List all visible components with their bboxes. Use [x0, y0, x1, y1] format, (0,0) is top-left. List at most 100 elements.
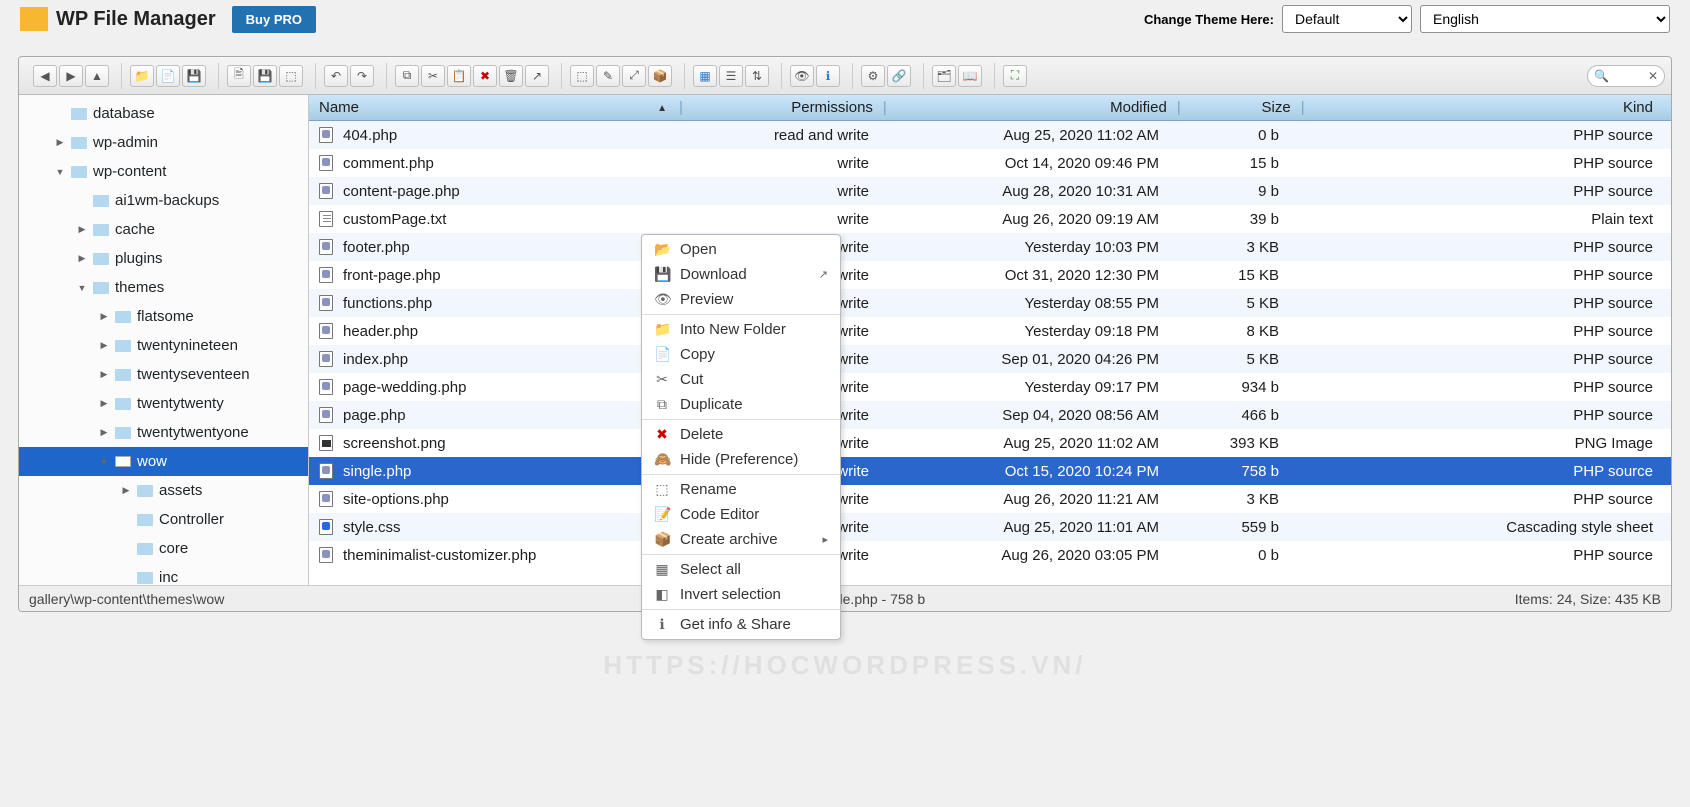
context-item-preview[interactable]: 👁Preview	[642, 287, 840, 312]
file-row[interactable]: header.phpwriteYesterday 09:18 PM8 KBPHP…	[309, 317, 1671, 345]
copy-button[interactable]: ⧉	[395, 65, 419, 87]
settings-button[interactable]: ⚙	[861, 65, 885, 87]
rename-button[interactable]: ⬚	[570, 65, 594, 87]
expand-arrow-icon[interactable]: ▶	[93, 311, 115, 322]
cut-button[interactable]: ✂	[421, 65, 445, 87]
share-button[interactable]: ↗	[525, 65, 549, 87]
fullscreen-button[interactable]: ⛶	[1003, 65, 1027, 87]
back-button[interactable]: ◀	[33, 65, 57, 87]
tree-node-twentytwentyone[interactable]: ▶twentytwentyone	[19, 418, 308, 447]
tree-node-wow[interactable]: ▼wow	[19, 447, 308, 476]
view-list-button[interactable]: ☰	[719, 65, 743, 87]
tree-node-database[interactable]: database	[19, 99, 308, 128]
open-button[interactable]: 🖹	[227, 65, 251, 87]
context-item-code-editor[interactable]: 📝Code Editor	[642, 502, 840, 527]
tree-node-ai1wm-backups[interactable]: ai1wm-backups	[19, 186, 308, 215]
expand-arrow-icon[interactable]: ▼	[49, 167, 71, 177]
close-icon[interactable]: ✕	[1648, 69, 1658, 83]
tree-node-twentyseventeen[interactable]: ▶twentyseventeen	[19, 360, 308, 389]
tree-node-core[interactable]: core	[19, 534, 308, 563]
file-row[interactable]: footer.phpwriteYesterday 10:03 PM3 KBPHP…	[309, 233, 1671, 261]
info-button[interactable]: ℹ	[816, 65, 840, 87]
file-row[interactable]: page.phpwriteSep 04, 2020 08:56 AM466 bP…	[309, 401, 1671, 429]
context-item-create-archive[interactable]: 📦Create archive▸	[642, 527, 840, 552]
redo-button[interactable]: ↷	[350, 65, 374, 87]
context-item-cut[interactable]: ✂Cut	[642, 367, 840, 392]
forward-button[interactable]: ▶	[59, 65, 83, 87]
help-button[interactable]: 📖	[958, 65, 982, 87]
undo-button[interactable]: ↶	[324, 65, 348, 87]
expand-arrow-icon[interactable]: ▶	[93, 427, 115, 438]
search-box[interactable]: 🔍 ✕	[1587, 65, 1665, 87]
tree-node-controller[interactable]: Controller	[19, 505, 308, 534]
tree-node-cache[interactable]: ▶cache	[19, 215, 308, 244]
select-button[interactable]: ⬚	[279, 65, 303, 87]
up-button[interactable]: ▲	[85, 65, 109, 87]
context-item-into-new-folder[interactable]: 📁Into New Folder	[642, 317, 840, 342]
new-folder-button[interactable]: 📁	[130, 65, 154, 87]
expand-arrow-icon[interactable]: ▶	[71, 224, 93, 235]
preview-button[interactable]: 👁	[790, 65, 814, 87]
tree-node-inc[interactable]: inc	[19, 563, 308, 585]
file-row[interactable]: front-page.phpwriteOct 31, 2020 12:30 PM…	[309, 261, 1671, 289]
file-row[interactable]: screenshot.pngwriteAug 25, 2020 11:02 AM…	[309, 429, 1671, 457]
tree-node-wp-admin[interactable]: ▶wp-admin	[19, 128, 308, 157]
context-item-copy[interactable]: 📄Copy	[642, 342, 840, 367]
tree-node-themes[interactable]: ▼themes	[19, 273, 308, 302]
context-item-hide-preference-[interactable]: 🙈Hide (Preference)	[642, 447, 840, 472]
expand-arrow-icon[interactable]: ▶	[93, 340, 115, 351]
col-name-header[interactable]: Name▲	[309, 99, 679, 116]
context-item-delete[interactable]: ✖Delete	[642, 422, 840, 447]
file-row[interactable]: style.csswriteAug 25, 2020 11:01 AM559 b…	[309, 513, 1671, 541]
archive-button[interactable]: 📦	[648, 65, 672, 87]
context-item-duplicate[interactable]: ⧉Duplicate	[642, 392, 840, 417]
file-row[interactable]: content-page.phpwriteAug 28, 2020 10:31 …	[309, 177, 1671, 205]
file-row[interactable]: customPage.txtwriteAug 26, 2020 09:19 AM…	[309, 205, 1671, 233]
file-row[interactable]: page-wedding.phpwriteYesterday 09:17 PM9…	[309, 373, 1671, 401]
new-file-button[interactable]: 📄	[156, 65, 180, 87]
file-row[interactable]: 404.phpread and writeAug 25, 2020 11:02 …	[309, 121, 1671, 149]
context-item-get-info-share[interactable]: ℹGet info & Share	[642, 612, 840, 637]
tree-node-assets[interactable]: ▶assets	[19, 476, 308, 505]
sort-button[interactable]: ⇅	[745, 65, 769, 87]
expand-arrow-icon[interactable]: ▶	[93, 369, 115, 380]
col-permissions-header[interactable]: Permissions	[683, 99, 883, 116]
col-modified-header[interactable]: Modified	[887, 99, 1177, 116]
expand-arrow-icon[interactable]: ▶	[115, 485, 137, 496]
context-item-select-all[interactable]: ▦Select all	[642, 557, 840, 582]
tree-node-plugins[interactable]: ▶plugins	[19, 244, 308, 273]
expand-arrow-icon[interactable]: ▼	[71, 283, 93, 293]
file-row[interactable]: index.phpwriteSep 01, 2020 04:26 PM5 KBP…	[309, 345, 1671, 373]
places-button[interactable]: 🗂	[932, 65, 956, 87]
file-row[interactable]: single.phpwriteOct 15, 2020 10:24 PM758 …	[309, 457, 1671, 485]
tree-node-wp-content[interactable]: ▼wp-content	[19, 157, 308, 186]
edit-button[interactable]: ✎	[596, 65, 620, 87]
link-button[interactable]: 🔗	[887, 65, 911, 87]
file-row[interactable]: functions.phpwriteYesterday 08:55 PM5 KB…	[309, 289, 1671, 317]
file-row[interactable]: site-options.phpwriteAug 26, 2020 11:21 …	[309, 485, 1671, 513]
context-item-invert-selection[interactable]: ◧Invert selection	[642, 582, 840, 607]
expand-arrow-icon[interactable]: ▶	[93, 398, 115, 409]
file-list[interactable]: 404.phpread and writeAug 25, 2020 11:02 …	[309, 121, 1671, 585]
file-row[interactable]: theminimalist-customizer.phpwriteAug 26,…	[309, 541, 1671, 569]
buy-pro-button[interactable]: Buy PRO	[232, 6, 316, 33]
paste-button[interactable]: 📋	[447, 65, 471, 87]
col-kind-header[interactable]: Kind	[1305, 99, 1671, 116]
col-size-header[interactable]: Size	[1181, 99, 1301, 116]
context-item-rename[interactable]: ⬚Rename	[642, 477, 840, 502]
download-button[interactable]: 💾	[253, 65, 277, 87]
context-item-download[interactable]: 💾Download↗	[642, 262, 840, 287]
expand-arrow-icon[interactable]: ▶	[49, 137, 71, 148]
delete-button[interactable]: ✖	[473, 65, 497, 87]
expand-arrow-icon[interactable]: ▶	[71, 253, 93, 264]
file-row[interactable]: comment.phpwriteOct 14, 2020 09:46 PM15 …	[309, 149, 1671, 177]
theme-select[interactable]: Default	[1282, 5, 1412, 33]
empty-button[interactable]: 🗑	[499, 65, 523, 87]
resize-button[interactable]: ⤢	[622, 65, 646, 87]
tree-node-twentytwenty[interactable]: ▶twentytwenty	[19, 389, 308, 418]
folder-tree[interactable]: database▶wp-admin▼wp-contentai1wm-backup…	[19, 95, 309, 585]
context-item-open[interactable]: 📂Open	[642, 237, 840, 262]
expand-arrow-icon[interactable]: ▼	[93, 457, 115, 467]
view-grid-button[interactable]: ▦	[693, 65, 717, 87]
upload-button[interactable]: 💾	[182, 65, 206, 87]
